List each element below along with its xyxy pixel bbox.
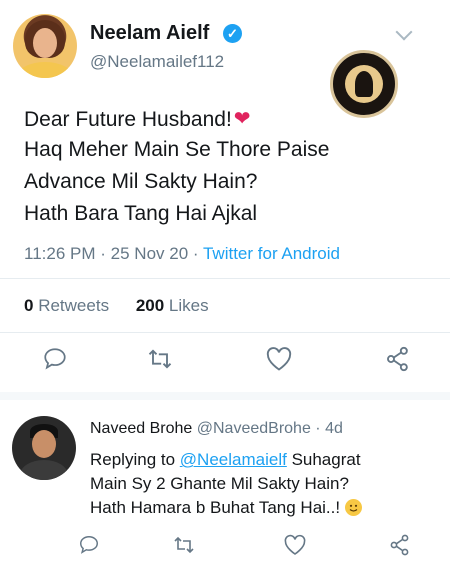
retweets-label: Retweets <box>38 296 110 315</box>
mention-link[interactable]: @Neelamaielf <box>180 450 287 469</box>
reply-header: Naveed Brohe @NaveedBrohe · 4d <box>90 420 343 438</box>
divider <box>0 332 450 333</box>
share-icon[interactable] <box>388 533 412 557</box>
meta-separator: · <box>100 244 106 263</box>
author-handle[interactable]: @Neelamailef112 <box>90 52 224 72</box>
tweet-text-line: Advance Mil Sakty Hain? <box>24 170 258 193</box>
reply-bubble-icon[interactable] <box>42 346 68 372</box>
meta-separator: · <box>192 244 199 263</box>
tweet-date[interactable]: 25 Nov 20 <box>111 244 189 263</box>
reply-text: Suhagrat <box>291 450 361 469</box>
retweets-count: 0 <box>24 296 34 315</box>
slightly-smiling-face-emoji <box>344 499 362 516</box>
reply-text-line: Hath Hamara b Buhat Tang Hai..! <box>90 498 362 518</box>
watermark-logo <box>330 50 398 118</box>
heart-outline-icon[interactable] <box>283 534 307 556</box>
section-separator <box>0 392 450 400</box>
heart-outline-icon[interactable] <box>265 346 293 372</box>
tweet-time: 11:26 PM <box>24 244 96 263</box>
meta-separator: · <box>315 420 321 437</box>
reply-text: Hath Hamara b Buhat Tang Hai..! <box>90 498 341 517</box>
retweet-icon[interactable] <box>146 345 174 373</box>
reply-author-avatar[interactable] <box>12 416 76 480</box>
tweet-source-link[interactable]: Twitter for Android <box>203 244 340 263</box>
likes-label: Likes <box>168 296 209 315</box>
reply-author-handle[interactable]: @NaveedBrohe <box>197 420 311 437</box>
retweets-stat[interactable]: 0 Retweets <box>24 296 109 315</box>
tweet-text-line: Hath Bara Tang Hai Ajkal <box>24 202 258 225</box>
reply-text-line: Main Sy 2 Ghante Mil Sakty Hain? <box>90 474 349 493</box>
tweet-text-line: Dear Future Husband! ❤ <box>24 108 251 131</box>
reply-age[interactable]: 4d <box>325 420 343 437</box>
verified-badge-icon: ✓ <box>223 24 242 43</box>
divider <box>0 278 450 279</box>
reply-author-name[interactable]: Naveed Brohe <box>90 420 192 437</box>
retweet-icon[interactable] <box>172 533 196 557</box>
likes-count: 200 <box>135 296 165 315</box>
replying-to-prefix: Replying to <box>90 450 176 469</box>
tweet-stats: 0 Retweets 200 Likes <box>24 296 209 316</box>
author-avatar[interactable] <box>13 14 77 78</box>
reply-text-line: Replying to @Neelamaielf Suhagrat <box>90 450 361 470</box>
likes-stat[interactable]: 200 Likes <box>136 296 209 315</box>
share-icon[interactable] <box>384 345 412 373</box>
chevron-down-icon[interactable] <box>395 23 413 41</box>
red-heart-emoji: ❤ <box>233 108 251 130</box>
reply-bubble-icon[interactable] <box>78 534 100 556</box>
tweet-text-line: Haq Meher Main Se Thore Paise <box>24 138 330 161</box>
author-name[interactable]: Neelam Aielf <box>90 22 209 45</box>
tweet-meta: 11:26 PM · 25 Nov 20 · Twitter for Andro… <box>24 244 340 264</box>
